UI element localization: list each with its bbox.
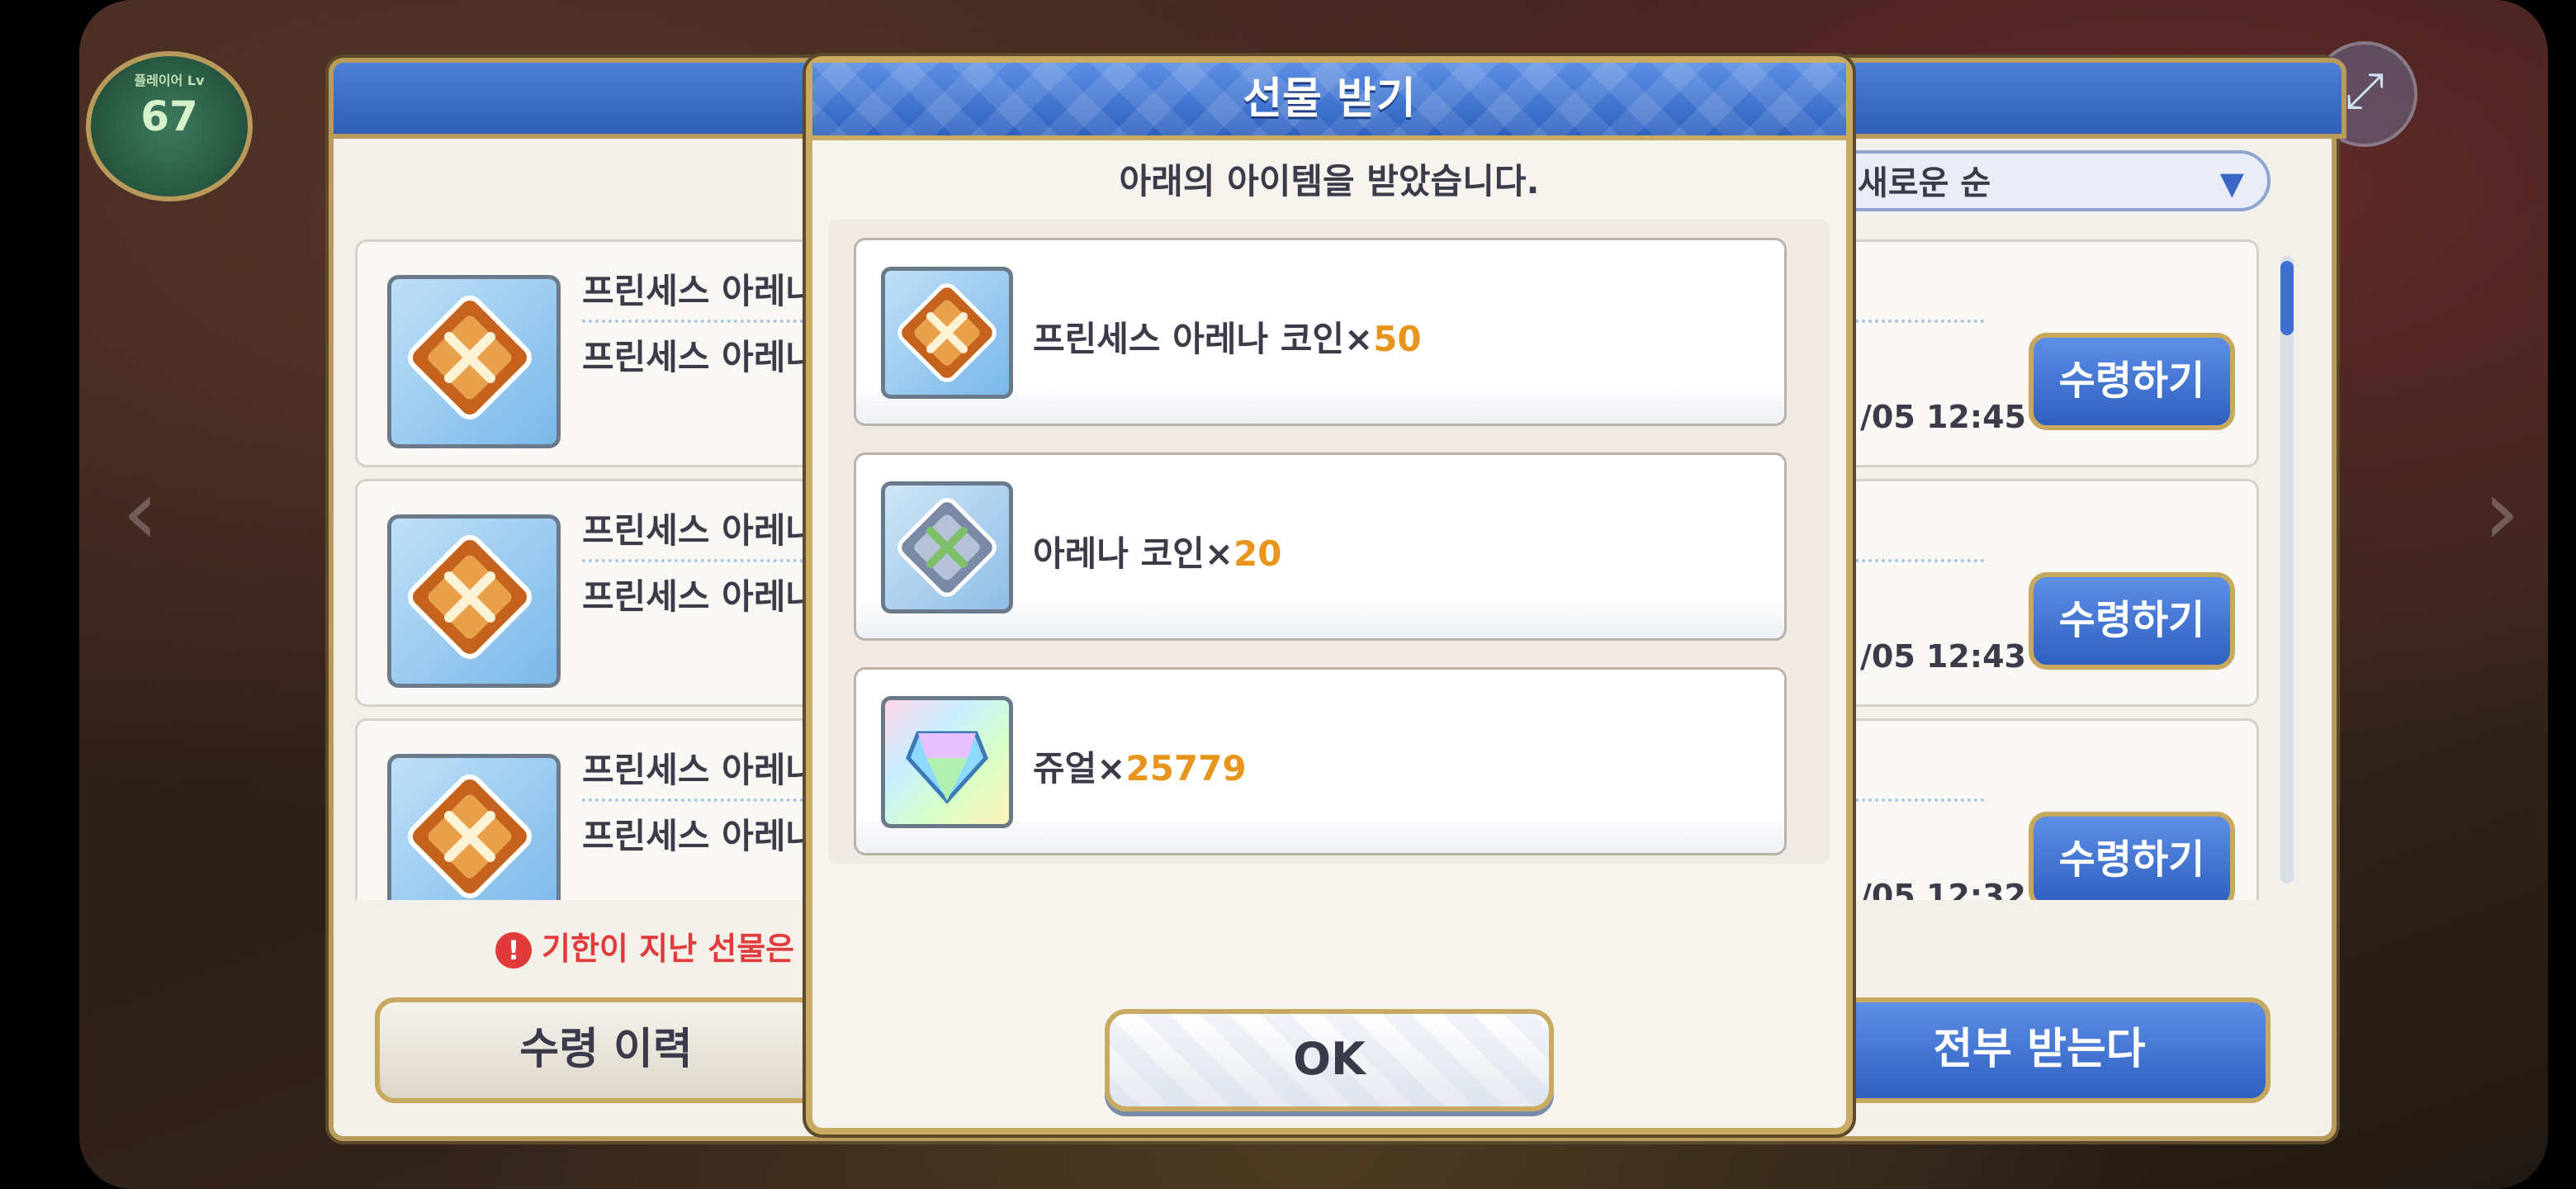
- dialog-subtitle: 아래의 아이템을 받았습니다.: [1119, 161, 1540, 201]
- sort-dropdown[interactable]: 새로운 순 ▼: [1816, 150, 2271, 211]
- scrollbar-track[interactable]: [2280, 256, 2294, 883]
- item-label: 쥬얼×25779: [1033, 741, 1247, 791]
- received-items-list[interactable]: 프린세스 아레나 코인×50 아레나 코인×20 쥬얼×25779: [829, 220, 1830, 864]
- princess-arena-coin-icon: [387, 514, 561, 688]
- ok-button[interactable]: OK: [1105, 1009, 1554, 1111]
- chevron-down-icon: ▼: [2219, 165, 2244, 201]
- princess-arena-coin-icon: [881, 267, 1013, 399]
- item-label: 아레나 코인×20: [1033, 526, 1281, 576]
- princess-arena-coin-icon: [387, 275, 561, 448]
- player-level-value: 67: [140, 92, 198, 140]
- claim-button[interactable]: 수령하기: [2029, 572, 2235, 670]
- claim-history-button[interactable]: 수령 이력: [375, 997, 837, 1103]
- gift-received-dialog: 선물 받기 아래의 아이템을 받았습니다. 프린세스 아레나 코인×50 아레나…: [806, 56, 1853, 1135]
- item-name: 아레나 코인×: [1033, 533, 1234, 574]
- gift-name: 프린세스 아레나: [582, 750, 818, 790]
- jewel-icon: [881, 696, 1013, 828]
- expired-warning-text: 기한이 지난 선물은 자: [542, 931, 835, 967]
- right-arrow-icon[interactable]: ›: [2469, 462, 2535, 561]
- scrollbar-thumb[interactable]: [2280, 261, 2294, 335]
- item-label: 프린세스 아레나 코인×50: [1033, 311, 1422, 362]
- gift-description: 프린세스 아레나: [582, 576, 818, 617]
- item-quantity: 50: [1373, 319, 1422, 359]
- gift-name: 프린세스 아레나: [582, 271, 818, 311]
- gift-date: /05 12:32: [1860, 878, 2026, 900]
- received-item: 쥬얼×25779: [854, 667, 1787, 855]
- claim-button[interactable]: 수령하기: [2029, 333, 2235, 430]
- player-level-caption: 플레이어 Lv: [134, 73, 205, 88]
- item-quantity: 25779: [1125, 748, 1247, 789]
- princess-arena-coin-icon: [387, 754, 561, 900]
- left-arrow-icon[interactable]: ‹: [107, 462, 173, 561]
- claim-button[interactable]: 수령하기: [2029, 812, 2235, 900]
- gift-date: /05 12:43: [1860, 638, 2026, 675]
- item-name: 쥬얼×: [1033, 748, 1126, 789]
- warning-icon: !: [495, 932, 532, 969]
- received-item: 아레나 코인×20: [854, 452, 1787, 641]
- dialog-title: 선물 받기: [812, 63, 1846, 140]
- gift-date: /05 12:45: [1860, 399, 2026, 435]
- gift-description: 프린세스 아레나: [582, 337, 818, 377]
- claim-all-button[interactable]: 전부 받는다: [1808, 997, 2271, 1103]
- arena-coin-icon: [881, 481, 1013, 613]
- player-level-badge: 플레이어 Lv 67: [86, 51, 253, 201]
- received-item: 프린세스 아레나 코인×50: [854, 238, 1787, 426]
- gift-description: 프린세스 아레나: [582, 816, 818, 856]
- gift-name: 프린세스 아레나: [582, 510, 818, 551]
- item-quantity: 20: [1234, 533, 1282, 574]
- item-name: 프린세스 아레나 코인×: [1033, 319, 1374, 359]
- sort-dropdown-label: 새로운 순: [1858, 164, 1991, 202]
- expired-warning: ! 기한이 지난 선물은 자: [495, 923, 834, 969]
